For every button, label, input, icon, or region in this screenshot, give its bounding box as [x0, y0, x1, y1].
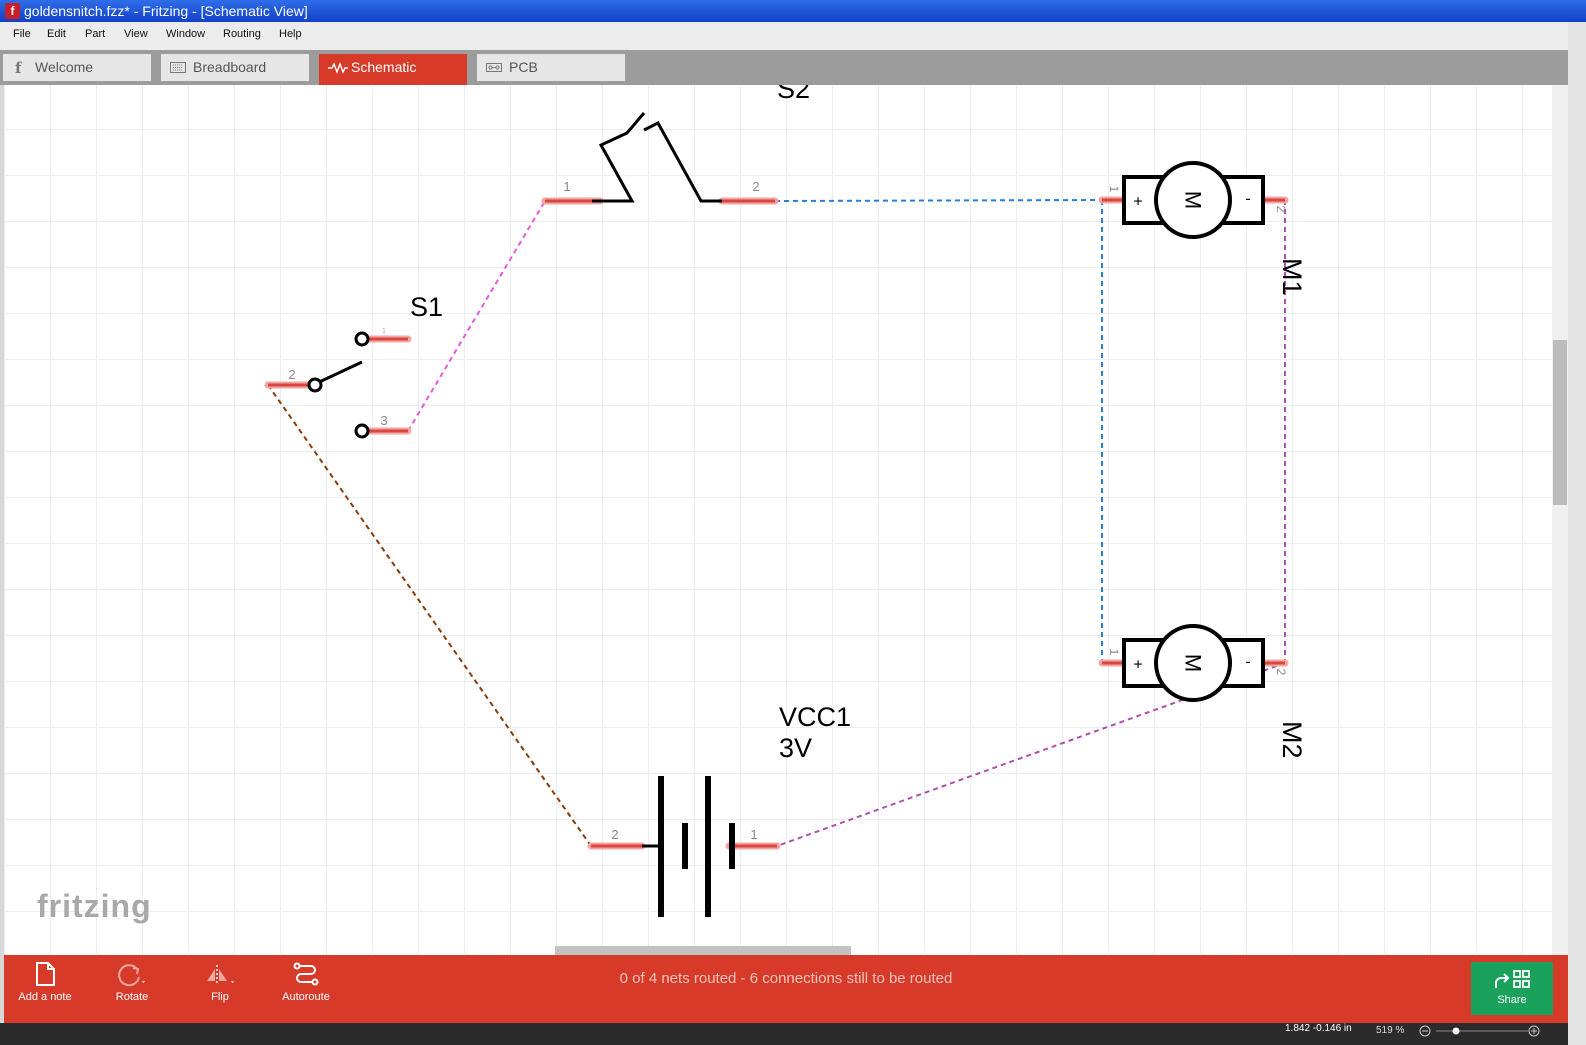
motor-m2[interactable]: M + - 1 2 M2 — [1098, 624, 1307, 759]
share-icon — [1495, 970, 1530, 988]
window-right-edge — [1568, 22, 1586, 1045]
status-bar: 1.842 -0.146 in 519 % — [0, 1023, 1568, 1045]
bottom-toolbar: Add a note Rotate Flip Autoroute 0 of 4 … — [4, 955, 1568, 1023]
battery-vcc1[interactable]: 2 1 VCC1 3V — [587, 702, 851, 917]
tab-schematic-label: Schematic — [351, 59, 417, 75]
breadboard-icon — [170, 62, 186, 73]
view-tab-bar: f Welcome Breadboard Schematic PCB — [0, 50, 1568, 85]
tab-breadboard[interactable]: Breadboard — [161, 54, 309, 81]
fritzing-app-icon: f — [5, 3, 20, 19]
vcc1-pin2-label: 2 — [611, 827, 618, 842]
title-bar: f goldensnitch.fzz* - Fritzing - [Schema… — [0, 0, 1586, 22]
ratsnest-s1-vcc[interactable] — [267, 384, 592, 847]
m2-part-label: M2 — [1277, 721, 1307, 759]
s1-pin1-label: 1 — [382, 328, 386, 335]
svg-text:f: f — [15, 61, 23, 74]
s2-pin2-label: 2 — [752, 179, 759, 194]
routing-status-message: 0 of 4 nets routed - 6 connections still… — [619, 970, 953, 987]
fritzing-watermark: fritzing — [37, 888, 152, 924]
share-button[interactable]: Share — [1471, 962, 1553, 1015]
m2-symbol: M — [1181, 654, 1206, 672]
horizontal-scrollbar-thumb[interactable] — [555, 946, 851, 955]
vcc1-value-label: 3V — [779, 733, 812, 763]
vertical-scrollbar-thumb[interactable] — [1553, 340, 1567, 505]
autoroute-label: Autoroute — [282, 991, 330, 1003]
menu-routing[interactable]: Routing — [223, 28, 261, 40]
menu-view[interactable]: View — [124, 28, 148, 40]
s1-pin2-label: 2 — [288, 367, 295, 382]
menu-edit[interactable]: Edit — [47, 28, 66, 40]
tab-breadboard-label: Breadboard — [193, 59, 267, 75]
s2-pin1-label: 1 — [563, 179, 570, 194]
pcb-icon — [486, 63, 502, 72]
m2-plus-sign: + — [1133, 657, 1142, 674]
tab-welcome[interactable]: f Welcome — [3, 54, 151, 81]
vcc1-pin1-label: 1 — [750, 827, 757, 842]
ratsnest-s2-m1[interactable] — [774, 199, 1103, 202]
s1-part-label: S1 — [410, 292, 443, 322]
m1-part-label: M1 — [1277, 258, 1307, 296]
m1-pin1-label: 1 — [1107, 186, 1121, 193]
cursor-coordinates: 1.842 -0.146 in — [1285, 1023, 1352, 1034]
motor-m1[interactable]: M + - 1 2 M1 — [1098, 161, 1307, 296]
m2-pin2-label: 2 — [1274, 669, 1288, 676]
menu-file[interactable]: File — [13, 28, 31, 40]
zoom-slider-handle[interactable] — [1452, 1027, 1460, 1035]
menu-bar: File Edit Part View Window Routing Help — [0, 22, 1586, 51]
tab-schematic[interactable]: Schematic — [319, 54, 467, 85]
schematic-canvas[interactable]: 2 1 3 S1 1 2 S2 M + - 1 2 M1 M + - 1 2 M… — [4, 85, 1552, 955]
switch-s2[interactable]: 1 2 S2 — [541, 85, 810, 205]
schematic-icon — [328, 62, 348, 74]
menu-part[interactable]: Part — [85, 28, 105, 40]
vcc1-part-label: VCC1 — [779, 702, 851, 732]
tab-pcb[interactable]: PCB — [477, 54, 625, 81]
menu-window[interactable]: Window — [166, 28, 205, 40]
rotate-label: Rotate — [115, 991, 149, 1003]
m1-minus-sign: - — [1245, 191, 1250, 208]
zoom-level: 519 % — [1376, 1025, 1405, 1036]
s1-pin3-label: 3 — [380, 413, 387, 428]
window-title: goldensnitch.fzz* - Fritzing - [Schemati… — [24, 3, 308, 19]
schematic-drawing[interactable]: 2 1 3 S1 1 2 S2 M + - 1 2 M1 M + - 1 2 M… — [4, 85, 1552, 955]
add-note-label: Add a note — [18, 991, 72, 1003]
m1-symbol: M — [1181, 191, 1206, 209]
zoom-slider[interactable] — [1418, 1025, 1550, 1037]
flip-label: Flip — [211, 991, 229, 1003]
s2-part-label: S2 — [777, 85, 810, 104]
m2-pin1-label: 1 — [1107, 649, 1121, 656]
m2-minus-sign: - — [1245, 654, 1250, 671]
tab-pcb-label: PCB — [509, 59, 538, 75]
m1-plus-sign: + — [1133, 194, 1142, 211]
vertical-scrollbar[interactable] — [1552, 85, 1568, 955]
m1-pin2-label: 2 — [1274, 206, 1288, 213]
tab-welcome-label: Welcome — [35, 59, 94, 75]
menu-help[interactable]: Help — [279, 28, 302, 40]
share-label: Share — [1497, 994, 1527, 1006]
fritzing-logo-icon: f — [15, 61, 23, 74]
